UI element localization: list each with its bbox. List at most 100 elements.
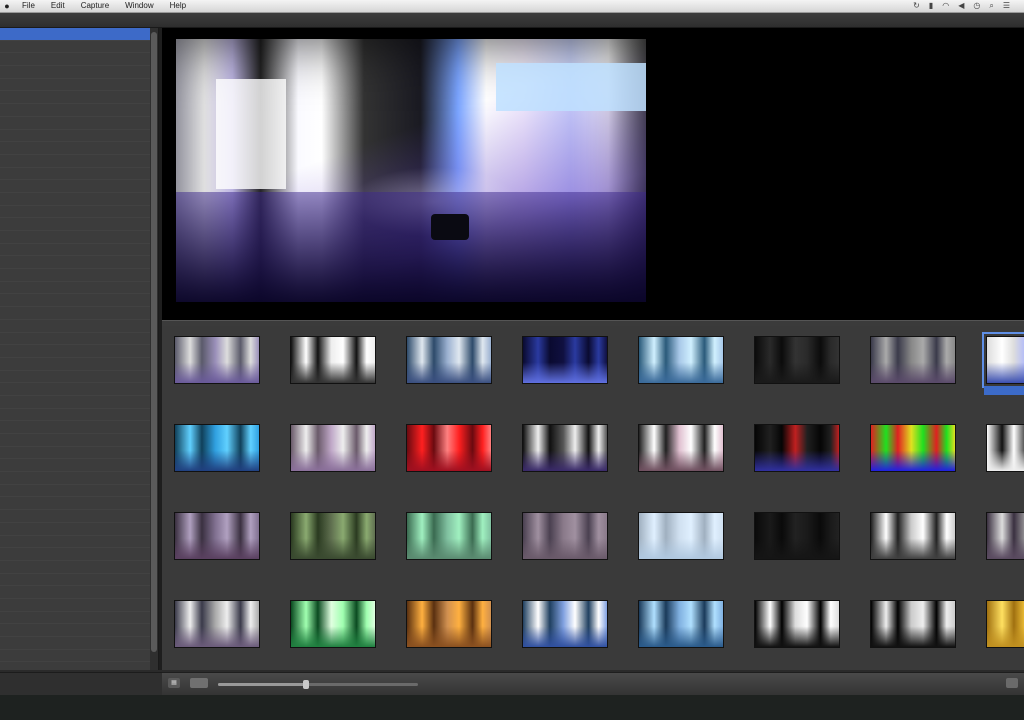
sidebar-row[interactable] <box>0 155 150 168</box>
effect-thumbnail[interactable] <box>406 600 492 648</box>
sidebar-row[interactable] <box>0 510 150 523</box>
effect-tile[interactable] <box>510 502 626 588</box>
effect-thumbnail[interactable] <box>754 512 840 560</box>
sidebar-row[interactable] <box>0 269 150 282</box>
sidebar-row[interactable] <box>0 282 150 295</box>
effect-tile[interactable] <box>394 590 510 670</box>
sidebar-row[interactable] <box>0 53 150 67</box>
effect-thumbnail[interactable] <box>290 512 376 560</box>
effect-tile[interactable] <box>858 414 974 500</box>
effect-thumbnail[interactable] <box>522 424 608 472</box>
sidebar-row[interactable] <box>0 320 150 333</box>
effect-thumbnail[interactable] <box>290 424 376 472</box>
sidebar-row[interactable] <box>0 193 150 206</box>
sidebar-row[interactable] <box>0 244 150 257</box>
sidebar-row[interactable] <box>0 130 150 143</box>
wifi-icon[interactable]: ◠ <box>942 1 949 11</box>
menu-item-0[interactable]: File <box>14 0 43 12</box>
sidebar-row[interactable] <box>0 104 150 117</box>
effect-thumbnail[interactable] <box>522 600 608 648</box>
effect-thumbnail[interactable] <box>290 336 376 384</box>
sidebar-row[interactable] <box>0 650 150 663</box>
sidebar-row[interactable] <box>0 142 150 155</box>
effect-tile[interactable] <box>858 502 974 588</box>
effect-thumbnail[interactable] <box>986 512 1024 560</box>
effect-thumbnail[interactable] <box>982 332 1024 388</box>
sidebar-row[interactable] <box>0 41 150 54</box>
volume-icon[interactable]: ◀ <box>958 1 964 11</box>
apple-menu-icon[interactable]: ● <box>0 1 14 11</box>
effect-thumbnail[interactable] <box>870 424 956 472</box>
effect-thumbnail[interactable] <box>522 336 608 384</box>
effect-tile[interactable] <box>742 502 858 588</box>
thumbnail-size-slider[interactable] <box>218 680 418 689</box>
menu-item-1[interactable]: Edit <box>43 0 73 12</box>
sidebar-row[interactable] <box>0 662 150 670</box>
sidebar-row[interactable] <box>0 637 150 650</box>
effect-thumbnail[interactable] <box>754 336 840 384</box>
effect-thumbnail[interactable] <box>174 512 260 560</box>
effect-thumbnail[interactable] <box>174 424 260 472</box>
menu-icon[interactable]: ☰ <box>1003 1 1010 11</box>
effect-tile[interactable] <box>626 590 742 670</box>
list-view-button[interactable] <box>190 678 208 688</box>
effect-tile[interactable] <box>858 590 974 670</box>
effect-tile[interactable] <box>162 590 278 670</box>
effect-thumbnail[interactable] <box>638 424 724 472</box>
effect-tile[interactable] <box>742 326 858 412</box>
effect-thumbnail[interactable] <box>638 600 724 648</box>
sidebar-row[interactable] <box>0 345 150 358</box>
preview-image[interactable] <box>176 39 646 302</box>
sync-icon[interactable]: ↻ <box>913 1 920 11</box>
sidebar-row[interactable] <box>0 561 150 574</box>
menu-item-2[interactable]: Capture <box>73 0 117 12</box>
menu-item-4[interactable]: Help <box>162 0 194 12</box>
sidebar-row[interactable] <box>0 307 150 320</box>
effect-thumbnail[interactable] <box>754 600 840 648</box>
sidebar-row[interactable] <box>0 180 150 193</box>
effect-tile[interactable] <box>278 326 394 412</box>
effect-tile[interactable] <box>278 414 394 500</box>
sidebar-row[interactable] <box>0 256 150 270</box>
sidebar-row[interactable] <box>0 333 150 346</box>
effect-tile[interactable] <box>974 590 1024 670</box>
effect-tile[interactable] <box>742 414 858 500</box>
effect-tile[interactable] <box>626 326 742 412</box>
effect-thumbnail[interactable] <box>754 424 840 472</box>
sidebar-row[interactable] <box>0 383 150 396</box>
sidebar-row[interactable] <box>0 66 150 79</box>
effect-thumbnail[interactable] <box>406 336 492 384</box>
sidebar-row[interactable] <box>0 231 150 244</box>
effect-tile[interactable] <box>626 502 742 588</box>
effect-thumbnail[interactable] <box>290 600 376 648</box>
effect-tile[interactable] <box>162 326 278 412</box>
effect-tile[interactable] <box>510 590 626 670</box>
effect-tile[interactable] <box>162 502 278 588</box>
effect-thumbnail[interactable] <box>638 512 724 560</box>
sidebar-row[interactable] <box>0 168 150 181</box>
sidebar-row[interactable] <box>0 612 150 625</box>
effect-tile[interactable] <box>974 326 1024 412</box>
action-button[interactable] <box>1006 678 1018 688</box>
effect-tile[interactable] <box>510 414 626 500</box>
sidebar-row[interactable] <box>0 421 150 434</box>
sidebar-row[interactable] <box>0 574 150 587</box>
sidebar-row[interactable] <box>0 409 150 422</box>
effect-tile[interactable] <box>974 502 1024 588</box>
effect-tile[interactable] <box>394 502 510 588</box>
sidebar-row[interactable] <box>0 459 150 473</box>
effect-thumbnail[interactable] <box>174 336 260 384</box>
sidebar-row[interactable] <box>0 548 150 561</box>
sidebar-row[interactable] <box>0 472 150 485</box>
sidebar-row[interactable] <box>0 447 150 460</box>
sidebar-row[interactable] <box>0 586 150 599</box>
effect-thumbnail[interactable] <box>638 336 724 384</box>
sidebar-row[interactable] <box>0 294 150 308</box>
sidebar-row[interactable] <box>0 358 150 371</box>
grid-view-button[interactable]: ▦ <box>168 678 180 688</box>
effect-tile[interactable] <box>510 326 626 412</box>
sidebar-row[interactable] <box>0 536 150 549</box>
battery-icon[interactable]: ▮ <box>929 1 933 11</box>
sidebar-row[interactable] <box>0 206 150 219</box>
sidebar-scrollbar[interactable] <box>150 28 159 670</box>
